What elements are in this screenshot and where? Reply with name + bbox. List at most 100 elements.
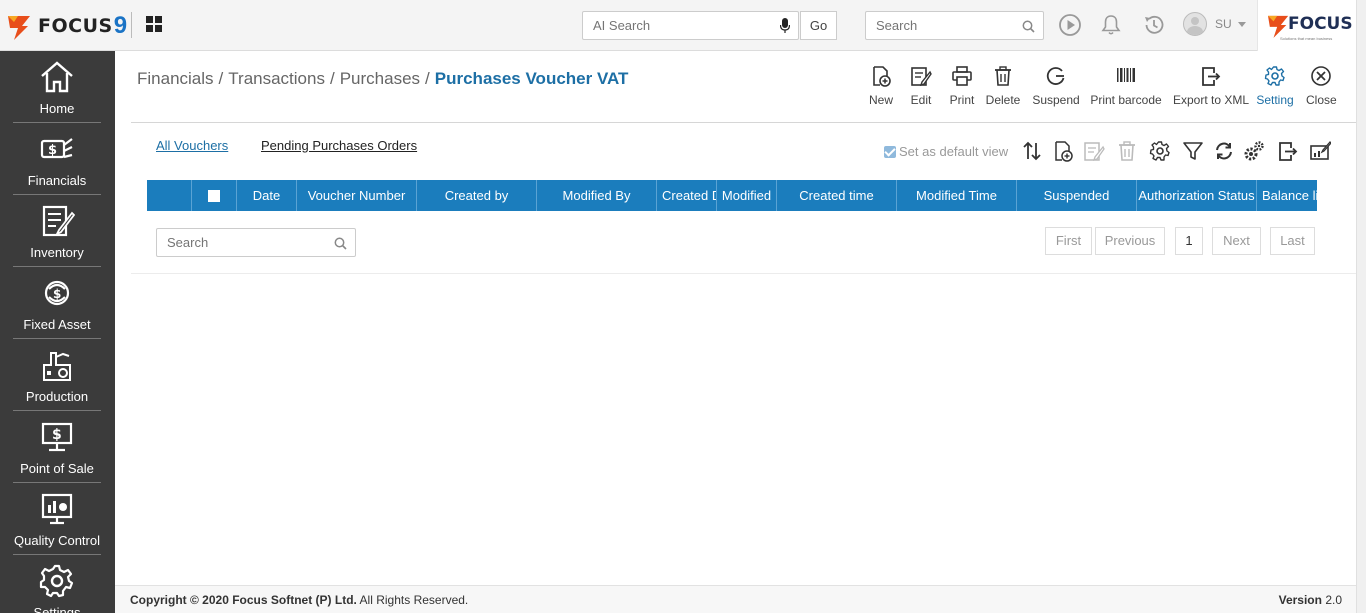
column-header[interactable]: Date [237,180,297,211]
svg-text:$: $ [53,287,61,301]
focus9-logo[interactable]: FOCUS 9 [8,10,127,42]
select-all-column [192,180,237,211]
pager-next[interactable]: Next [1212,227,1261,255]
svg-text:$: $ [52,427,62,443]
delete-button[interactable]: Delete [985,65,1021,107]
sidebar-item-point-of-sale[interactable]: $ Point of Sale [13,411,101,483]
sidebar-item-label: Settings [33,605,81,613]
search-icon[interactable] [334,237,347,250]
divider [131,273,1366,274]
gear-icon [39,564,74,598]
tab-pending-purchase-orders[interactable]: Pending Purchases Orders [261,138,417,153]
chart-edit-icon[interactable] [1309,140,1331,162]
column-header[interactable]: Suspended [1017,180,1137,211]
notification-bell-icon[interactable] [1099,13,1123,37]
filter-icon[interactable] [1182,140,1204,162]
column-header[interactable]: Balance li [1257,180,1317,211]
edit-label: Edit [910,93,932,107]
column-header[interactable]: Created D [657,180,717,211]
setting-label: Setting [1256,93,1294,107]
footer: Copyright © 2020 Focus Softnet (P) Ltd. … [115,585,1366,613]
breadcrumb-item[interactable]: Purchases [340,69,420,88]
sidebar-item-quality-control[interactable]: Quality Control [13,483,101,555]
default-view-toggle[interactable]: Set as default view [884,144,1008,159]
go-button[interactable]: Go [800,11,837,40]
export-xml-label: Export to XML [1173,93,1250,107]
svg-text:$: $ [48,143,57,158]
print-barcode-label: Print barcode [1090,93,1162,107]
pager-previous[interactable]: Previous [1095,227,1165,255]
inventory-icon [42,205,75,237]
edit-icon[interactable] [1083,140,1105,162]
quality-control-icon [41,493,73,525]
edit-button[interactable]: Edit [909,65,933,107]
microphone-icon[interactable] [780,18,790,34]
sort-icon[interactable] [1021,140,1043,162]
close-icon [1311,66,1331,86]
page-title: Purchases Voucher VAT [434,69,629,88]
suspend-icon [1046,67,1065,85]
breadcrumb: Financials / Transactions / Purchases / Purcha… [137,69,629,88]
grid-search-box [156,228,356,257]
sidebar-item-fixed-asset[interactable]: $ Fixed Asset [13,267,101,339]
user-menu[interactable]: SU [1183,12,1246,36]
point-of-sale-icon: $ [41,422,73,452]
sidebar-item-home[interactable]: Home [13,51,101,123]
pager-current-page[interactable]: 1 [1175,227,1203,255]
focus-flame-icon [1268,15,1289,38]
barcode-icon [1117,68,1135,82]
print-label: Print [949,93,975,107]
brand-text: FOCUS [1288,14,1353,34]
brand-tagline: Solutions that mean business [1280,36,1333,41]
select-all-checkbox[interactable] [208,189,220,202]
new-document-icon [873,66,891,87]
column-header[interactable]: Modified Time [897,180,1017,211]
scrollbar[interactable] [1356,0,1366,613]
breadcrumb-item[interactable]: Transactions [228,69,325,88]
gear-icon[interactable] [1149,140,1171,162]
brand-logo: FOCUS Solutions that mean business [1257,0,1356,51]
home-icon [41,61,73,93]
column-header[interactable]: Authorization Status [1137,180,1257,211]
sidebar-item-settings[interactable]: Settings [13,555,101,613]
settings-gears-icon[interactable] [1243,140,1265,162]
export-xml-button[interactable]: Export to XML [1173,65,1250,107]
play-icon[interactable] [1058,13,1082,37]
apps-grid-icon[interactable] [146,16,162,32]
close-label: Close [1306,93,1337,107]
column-header[interactable]: Created time [777,180,897,211]
export-icon[interactable] [1276,140,1298,162]
sidebar-item-label: Financials [27,173,87,188]
pager-last[interactable]: Last [1270,227,1315,255]
new-label: New [868,93,893,107]
history-icon[interactable] [1142,13,1166,37]
refresh-icon[interactable] [1213,140,1235,162]
search-icon[interactable] [1022,20,1035,33]
new-button[interactable]: New [867,65,895,107]
sidebar-item-inventory[interactable]: Inventory [13,195,101,267]
sidebar-item-financials[interactable]: $ Financials [13,123,101,195]
column-header[interactable]: Voucher Number [297,180,417,211]
sidebar: Home $ Financials Inventory $ Fixed Asse… [0,51,115,613]
pager-first[interactable]: First [1045,227,1092,255]
setting-button[interactable]: Setting [1256,65,1294,107]
column-header[interactable]: Modified By [537,180,657,211]
default-view-checkbox[interactable] [884,145,896,158]
breadcrumb-item[interactable]: Financials [137,69,214,88]
close-button[interactable]: Close [1306,65,1337,107]
default-view-label: Set as default view [899,144,1009,159]
trash-icon[interactable] [1116,140,1138,162]
grid-search-input[interactable] [157,229,327,256]
print-barcode-button[interactable]: Print barcode [1090,65,1162,107]
sidebar-item-production[interactable]: Production [13,339,101,411]
column-header[interactable]: Created by [417,180,537,211]
column-header[interactable]: Modified [717,180,777,211]
sidebar-item-label: Quality Control [14,533,100,548]
global-search-input[interactable] [866,12,1016,39]
tab-all-vouchers[interactable]: All Vouchers [156,138,228,153]
print-button[interactable]: Print [949,65,975,107]
sidebar-item-label: Inventory [30,245,84,260]
add-document-icon[interactable] [1052,140,1074,162]
ai-search-input[interactable] [583,12,763,39]
suspend-button[interactable]: Suspend [1032,65,1080,107]
